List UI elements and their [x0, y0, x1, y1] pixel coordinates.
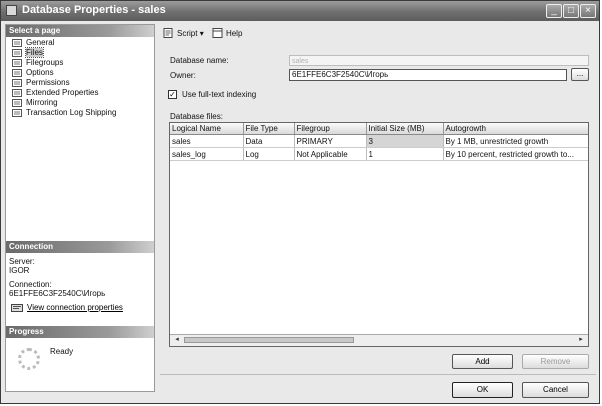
help-label: Help: [225, 29, 243, 38]
page-icon: [12, 59, 22, 67]
fulltext-label: Use full-text indexing: [182, 90, 257, 99]
cell-initial-size[interactable]: 3: [366, 134, 444, 148]
progress-header: Progress: [6, 326, 154, 338]
page-icon: [12, 69, 22, 77]
title-bar[interactable]: Database Properties - sales _ □ ×: [1, 1, 599, 21]
page-icon: [12, 49, 22, 57]
sidebar-item-label: General: [26, 38, 55, 47]
cell-autogrowth[interactable]: By 10 percent, restricted growth to...: [443, 147, 588, 161]
sidebar-item-options[interactable]: Options: [6, 68, 154, 78]
window-title: Database Properties - sales: [22, 4, 166, 16]
page-icon: [12, 109, 22, 117]
add-button[interactable]: Add: [452, 354, 513, 369]
sidebar-item-label: Extended Properties: [26, 88, 99, 97]
database-properties-window: Database Properties - sales _ □ × Select…: [0, 0, 600, 404]
close-button[interactable]: ×: [580, 4, 596, 18]
page-icon: [12, 79, 22, 87]
ok-button[interactable]: OK: [452, 382, 513, 398]
scroll-right-icon[interactable]: ▸: [576, 336, 586, 344]
table-row[interactable]: sales Data PRIMARY 3 By 1 MB, unrestrict…: [170, 134, 588, 148]
database-icon: [6, 5, 17, 16]
column-header-filegroup[interactable]: Filegroup: [294, 123, 367, 135]
progress-pane: Progress Ready: [6, 326, 154, 370]
remove-button[interactable]: Remove: [522, 354, 589, 369]
script-icon: [163, 28, 173, 38]
help-icon: [212, 28, 223, 38]
sidebar-item-label: Mirroring: [26, 98, 58, 107]
page-icon: [12, 99, 22, 107]
sidebar-item-label: Files: [25, 47, 44, 58]
sidebar-item-extended-properties[interactable]: Extended Properties: [6, 88, 154, 98]
column-header-logical-name[interactable]: Logical Name: [170, 123, 244, 135]
sidebar-item-files[interactable]: Files: [6, 47, 154, 58]
page-icon: [12, 39, 22, 47]
progress-status: Ready: [50, 347, 74, 356]
cell-filegroup[interactable]: Not Applicable: [294, 147, 367, 161]
view-link-label: View connection properties: [27, 303, 123, 312]
database-name-field: sales: [289, 55, 589, 66]
server-label: Server:: [9, 257, 35, 266]
table-row[interactable]: sales_log Log Not Applicable 1 By 10 per…: [170, 147, 588, 161]
page-icon: [12, 89, 22, 97]
database-files-grid: Logical Name File Type Filegroup Initial…: [169, 122, 589, 347]
owner-browse-button[interactable]: ...: [571, 68, 589, 81]
progress-spinner-icon: [18, 348, 40, 370]
cell-filegroup[interactable]: PRIMARY: [294, 134, 367, 148]
sidebar-item-mirroring[interactable]: Mirroring: [6, 98, 154, 108]
table-header-row: Logical Name File Type Filegroup Initial…: [170, 123, 588, 135]
fulltext-checkbox[interactable]: ✓: [168, 90, 177, 99]
script-button[interactable]: Script ▾: [163, 28, 204, 39]
connection-header: Connection: [6, 241, 154, 253]
select-page-header: Select a page: [6, 25, 154, 37]
cell-file-type[interactable]: Log: [243, 147, 295, 161]
database-name-label: Database name:: [170, 56, 229, 65]
maximize-button[interactable]: □: [563, 4, 579, 18]
cell-logical-name[interactable]: sales_log: [170, 147, 244, 161]
cancel-button[interactable]: Cancel: [522, 382, 589, 398]
divider: [160, 374, 596, 375]
sidebar: Select a page General Files Filegroups O…: [5, 24, 155, 392]
cell-logical-name[interactable]: sales: [170, 134, 244, 148]
script-label: Script: [177, 29, 198, 38]
connection-value: 6E1FFE6C3F2540C\Игорь: [9, 289, 106, 298]
help-button[interactable]: Help: [212, 28, 242, 39]
connection-label: Connection:: [9, 280, 52, 289]
owner-field[interactable]: 6E1FFE6C3F2540C\Игорь: [289, 69, 567, 81]
owner-label: Owner:: [170, 71, 196, 80]
toolbar: Script ▾ Help: [163, 28, 248, 40]
horizontal-scrollbar[interactable]: ◂ ▸: [170, 334, 588, 346]
scroll-left-icon[interactable]: ◂: [172, 336, 182, 344]
server-value: IGOR: [9, 266, 30, 275]
cell-file-type[interactable]: Data: [243, 134, 295, 148]
column-header-initial-size[interactable]: Initial Size (MB): [366, 123, 444, 135]
cell-initial-size[interactable]: 1: [366, 147, 444, 161]
column-header-autogrowth[interactable]: Autogrowth: [443, 123, 588, 135]
column-header-file-type[interactable]: File Type: [243, 123, 295, 135]
sidebar-item-label: Transaction Log Shipping: [26, 108, 117, 117]
minimize-button[interactable]: _: [546, 4, 562, 18]
sidebar-item-transaction-log-shipping[interactable]: Transaction Log Shipping: [6, 108, 154, 118]
database-files-label: Database files:: [170, 112, 223, 121]
sidebar-item-label: Permissions: [26, 78, 70, 87]
page-list: General Files Filegroups Options Permiss…: [6, 37, 154, 118]
scrollbar-thumb[interactable]: [184, 337, 354, 343]
properties-icon: [11, 304, 23, 312]
sidebar-item-label: Filegroups: [26, 58, 64, 67]
connection-pane: Connection Server: IGOR Connection: 6E1F…: [6, 241, 154, 312]
sidebar-item-general[interactable]: General: [6, 38, 154, 48]
cell-autogrowth[interactable]: By 1 MB, unrestricted growth: [443, 134, 588, 148]
sidebar-item-permissions[interactable]: Permissions: [6, 78, 154, 88]
sidebar-item-filegroups[interactable]: Filegroups: [6, 58, 154, 68]
view-connection-properties-link[interactable]: View connection properties: [9, 303, 151, 312]
chevron-down-icon[interactable]: ▾: [200, 29, 204, 38]
sidebar-item-label: Options: [26, 68, 54, 77]
